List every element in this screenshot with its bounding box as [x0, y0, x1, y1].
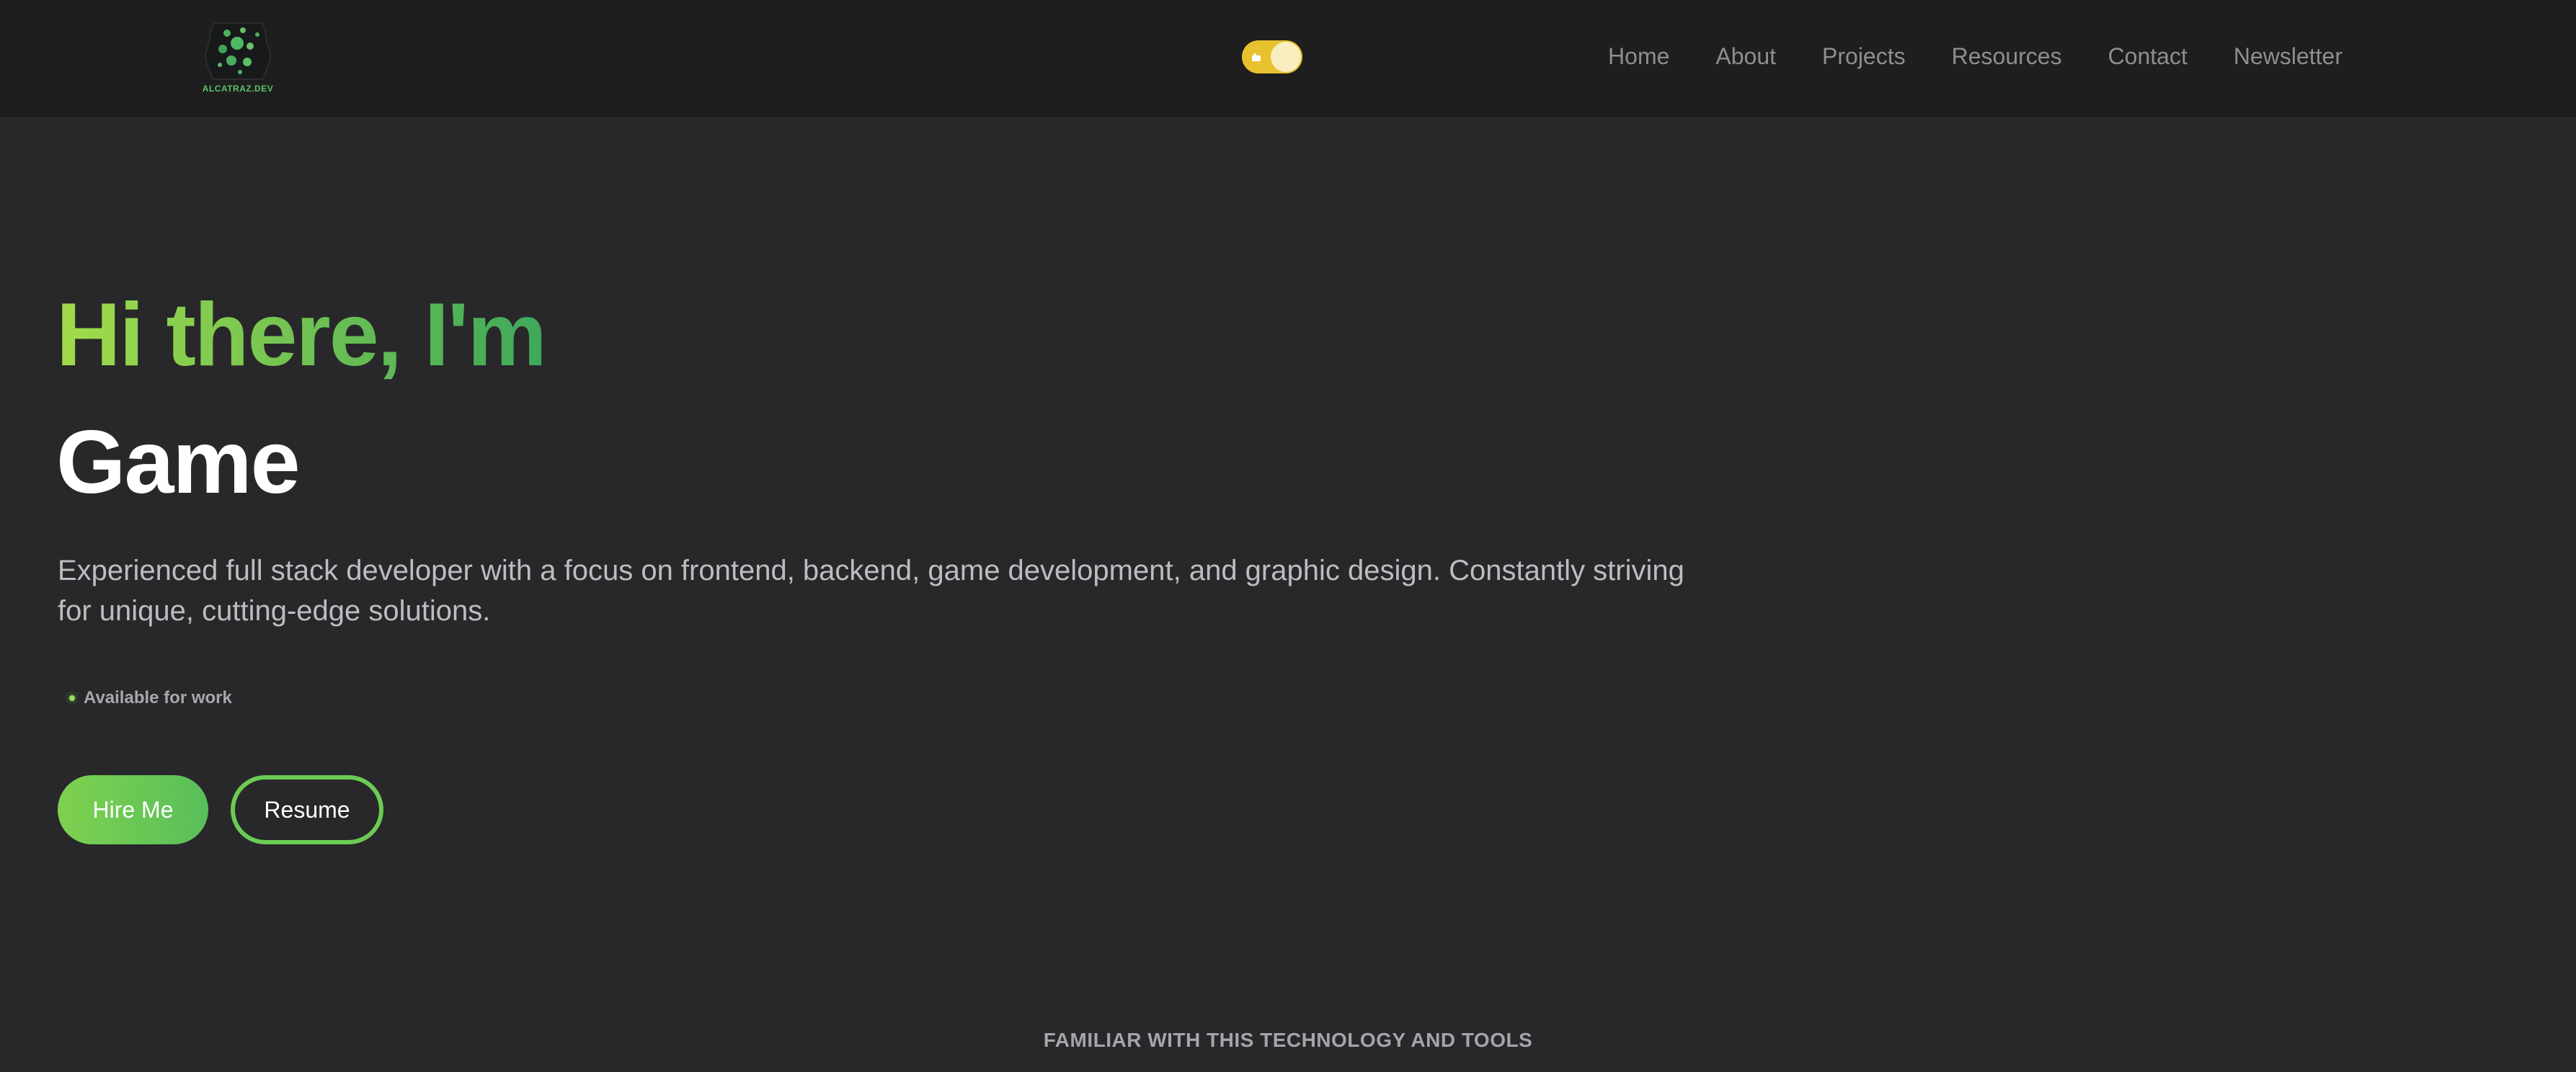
nav-about[interactable]: About [1715, 43, 1776, 70]
tech-section-heading: FAMILIAR WITH THIS TECHNOLOGY AND TOOLS [1043, 1029, 1533, 1051]
logo-text: ALCATRAZ.DEV [202, 84, 274, 94]
hero-greeting: Hi there, I'm [56, 285, 547, 385]
hire-me-button[interactable]: Hire Me [58, 775, 208, 844]
nav-newsletter[interactable]: Newsletter [2234, 43, 2342, 70]
resume-button[interactable]: Resume [231, 775, 383, 844]
nav-resources[interactable]: Resources [1952, 43, 2062, 70]
hero-description: Experienced full stack developer with a … [58, 555, 1684, 627]
nav-projects[interactable]: Projects [1822, 43, 1906, 70]
navbar: ALCATRAZ.DEV Home About Projects Resourc… [0, 0, 2576, 118]
toggle-knob [1271, 42, 1301, 72]
brand-logo[interactable]: ALCATRAZ.DEV [198, 17, 277, 98]
main-nav: Home About Projects Resources Contact Ne… [1608, 40, 2342, 72]
status-dot-icon [69, 695, 75, 701]
theme-toggle[interactable] [1242, 40, 1302, 73]
status-text: Available for work [84, 688, 232, 707]
nav-home[interactable]: Home [1608, 43, 1669, 70]
page: ALCATRAZ.DEV Home About Projects Resourc… [0, 0, 2576, 1072]
sun-icon [1252, 53, 1261, 61]
logo-icon [205, 22, 271, 80]
availability-status: Available for work [69, 688, 232, 708]
hero-role: Game [56, 413, 301, 512]
nav-contact[interactable]: Contact [2108, 43, 2188, 70]
